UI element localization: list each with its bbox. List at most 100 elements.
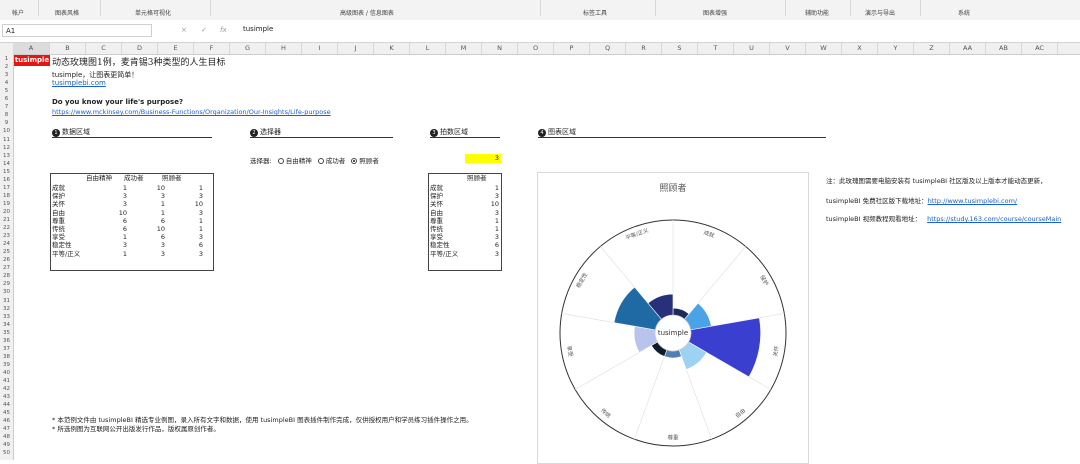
row-header[interactable]: 21 — [0, 216, 13, 224]
mckinsey-link[interactable]: https://www.mckinsey.com/Business-Functi… — [52, 108, 331, 116]
column-header[interactable]: B — [50, 43, 86, 54]
column-header[interactable]: I — [302, 43, 338, 54]
row-header[interactable]: 3 — [0, 71, 13, 79]
row-header[interactable]: 9 — [0, 119, 13, 127]
row-header[interactable]: 42 — [0, 385, 13, 393]
column-header[interactable]: U — [734, 43, 770, 54]
row-header[interactable]: 47 — [0, 425, 13, 433]
row-header[interactable]: 20 — [0, 208, 13, 216]
row-header[interactable]: 16 — [0, 176, 13, 184]
column-header[interactable]: H — [266, 43, 302, 54]
formula-input[interactable]: tusimple — [243, 25, 273, 33]
row-header[interactable]: 4 — [0, 79, 13, 87]
download-link[interactable]: http://www.tusimplebi.com/ — [928, 197, 1018, 205]
ribbon-group-cell-viz[interactable]: 单元格可视化 — [135, 8, 171, 17]
cancel-icon[interactable]: × — [181, 26, 187, 34]
column-header[interactable]: Y — [878, 43, 914, 54]
column-header[interactable]: W — [806, 43, 842, 54]
column-header[interactable]: S — [662, 43, 698, 54]
column-header[interactable]: N — [482, 43, 518, 54]
row-header[interactable]: 36 — [0, 337, 13, 345]
row-header[interactable]: 28 — [0, 272, 13, 280]
row-header[interactable]: 37 — [0, 345, 13, 353]
row-header[interactable]: 39 — [0, 361, 13, 369]
row-header[interactable]: 5 — [0, 87, 13, 95]
row-header[interactable]: 2 — [0, 63, 13, 71]
row-header[interactable]: 23 — [0, 232, 13, 240]
column-header[interactable]: AA — [950, 43, 986, 54]
column-header[interactable]: X — [842, 43, 878, 54]
row-header[interactable]: 14 — [0, 160, 13, 168]
column-header[interactable]: J — [338, 43, 374, 54]
column-header[interactable]: D — [122, 43, 158, 54]
column-header[interactable]: K — [374, 43, 410, 54]
row-header[interactable]: 33 — [0, 313, 13, 321]
column-header[interactable]: P — [554, 43, 590, 54]
ribbon-group-label-tools[interactable]: 标签工具 — [583, 8, 607, 17]
row-header[interactable]: 43 — [0, 393, 13, 401]
column-header[interactable]: C — [86, 43, 122, 54]
row-header[interactable]: 30 — [0, 288, 13, 296]
column-header[interactable]: E — [158, 43, 194, 54]
ribbon-group-advanced-charts[interactable]: 高级图表 / 信息图表 — [340, 8, 394, 17]
column-header[interactable]: Z — [914, 43, 950, 54]
column-header[interactable]: AB — [986, 43, 1022, 54]
radio-achiever[interactable] — [317, 158, 324, 164]
row-header[interactable]: 13 — [0, 152, 13, 160]
row-header[interactable]: 40 — [0, 369, 13, 377]
row-header[interactable]: 38 — [0, 353, 13, 361]
column-header[interactable]: A — [13, 43, 50, 54]
column-header[interactable]: G — [230, 43, 266, 54]
column-header[interactable]: R — [626, 43, 662, 54]
row-header[interactable]: 7 — [0, 103, 13, 111]
column-header[interactable]: T — [698, 43, 734, 54]
ribbon-group-aux[interactable]: 辅助功能 — [805, 8, 829, 17]
row-header[interactable]: 6 — [0, 95, 13, 103]
row-header[interactable]: 27 — [0, 264, 13, 272]
row-header[interactable]: 46 — [0, 417, 13, 425]
row-header[interactable]: 49 — [0, 441, 13, 449]
row-header[interactable]: 1 — [0, 55, 13, 63]
check-icon[interactable]: ✓ — [201, 26, 207, 34]
row-header[interactable]: 34 — [0, 321, 13, 329]
row-header[interactable]: 22 — [0, 224, 13, 232]
row-header[interactable]: 24 — [0, 240, 13, 248]
row-header[interactable]: 31 — [0, 297, 13, 305]
tutorial-link[interactable]: https://study.163.com/course/courseMain — [927, 215, 1061, 223]
column-header[interactable]: L — [410, 43, 446, 54]
row-header[interactable]: 45 — [0, 409, 13, 417]
row-header[interactable]: 17 — [0, 184, 13, 192]
row-header[interactable]: 32 — [0, 305, 13, 313]
row-header[interactable]: 10 — [0, 127, 13, 135]
ribbon-group-account[interactable]: 帐户 — [12, 8, 24, 17]
row-header[interactable]: 29 — [0, 280, 13, 288]
column-header[interactable]: Q — [590, 43, 626, 54]
radio-caregiver[interactable] — [351, 158, 358, 164]
name-box[interactable]: A1 — [2, 24, 152, 37]
row-header[interactable]: 44 — [0, 401, 13, 409]
ribbon-group-system[interactable]: 系统 — [958, 8, 970, 17]
ribbon-group-chart-style[interactable]: 图表风格 — [55, 8, 79, 17]
row-header[interactable]: 12 — [0, 144, 13, 152]
radio-free-spirit[interactable] — [277, 158, 284, 164]
selected-index-cell[interactable]: 3 — [465, 154, 501, 163]
column-header[interactable]: F — [194, 43, 230, 54]
row-header[interactable]: 35 — [0, 329, 13, 337]
row-header[interactable]: 48 — [0, 433, 13, 441]
site-link[interactable]: tusimplebi.com — [52, 79, 106, 87]
row-header[interactable]: 18 — [0, 192, 13, 200]
row-header[interactable]: 50 — [0, 449, 13, 457]
ribbon-group-export[interactable]: 演示与导出 — [865, 8, 895, 17]
row-header[interactable]: 8 — [0, 111, 13, 119]
column-header[interactable]: O — [518, 43, 554, 54]
column-header[interactable]: V — [770, 43, 806, 54]
row-header[interactable]: 15 — [0, 168, 13, 176]
row-header[interactable]: 11 — [0, 136, 13, 144]
row-header[interactable]: 25 — [0, 248, 13, 256]
row-header[interactable]: 26 — [0, 256, 13, 264]
row-header[interactable]: 19 — [0, 200, 13, 208]
function-icon[interactable]: fx — [220, 26, 227, 34]
rose-chart[interactable]: 照顾者 成就 保护 关怀 自由 尊重 传统 享受 稳定性 平等/正义 tusimple — [537, 172, 809, 464]
column-header[interactable]: AC — [1022, 43, 1058, 54]
row-header[interactable]: 41 — [0, 377, 13, 385]
